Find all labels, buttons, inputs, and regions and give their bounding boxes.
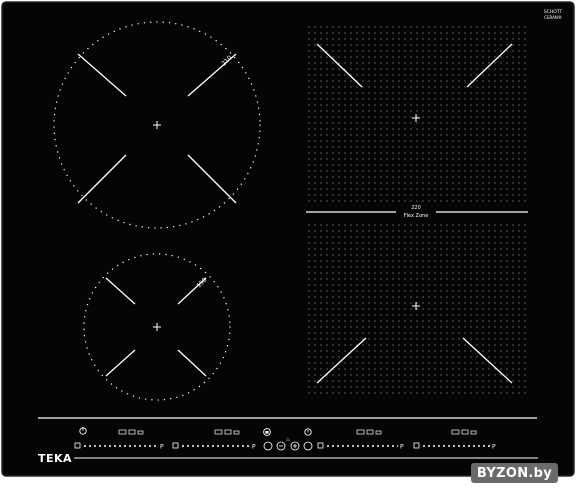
- watermark: BYZON.by: [470, 463, 558, 483]
- heat-indicator-icon: ♨: [286, 437, 290, 443]
- power-boost-icon: P: [400, 444, 404, 451]
- brand-logo: TEKA: [38, 452, 72, 465]
- flex-zone-size: 220: [411, 205, 421, 211]
- flex-zone-bottom[interactable]: [306, 220, 528, 396]
- flex-zone-top[interactable]: [306, 25, 528, 206]
- power-boost-icon: P: [252, 444, 256, 451]
- power-boost-icon: P: [160, 444, 164, 451]
- power-boost-icon: P: [492, 444, 496, 451]
- cooktop: SCHOTT CERAN® 210 150 220 Flex Zone P P …: [1, 1, 575, 477]
- flex-zone-label: Flex Zone: [404, 213, 429, 219]
- glass-brand-line2: CERAN®: [544, 15, 562, 20]
